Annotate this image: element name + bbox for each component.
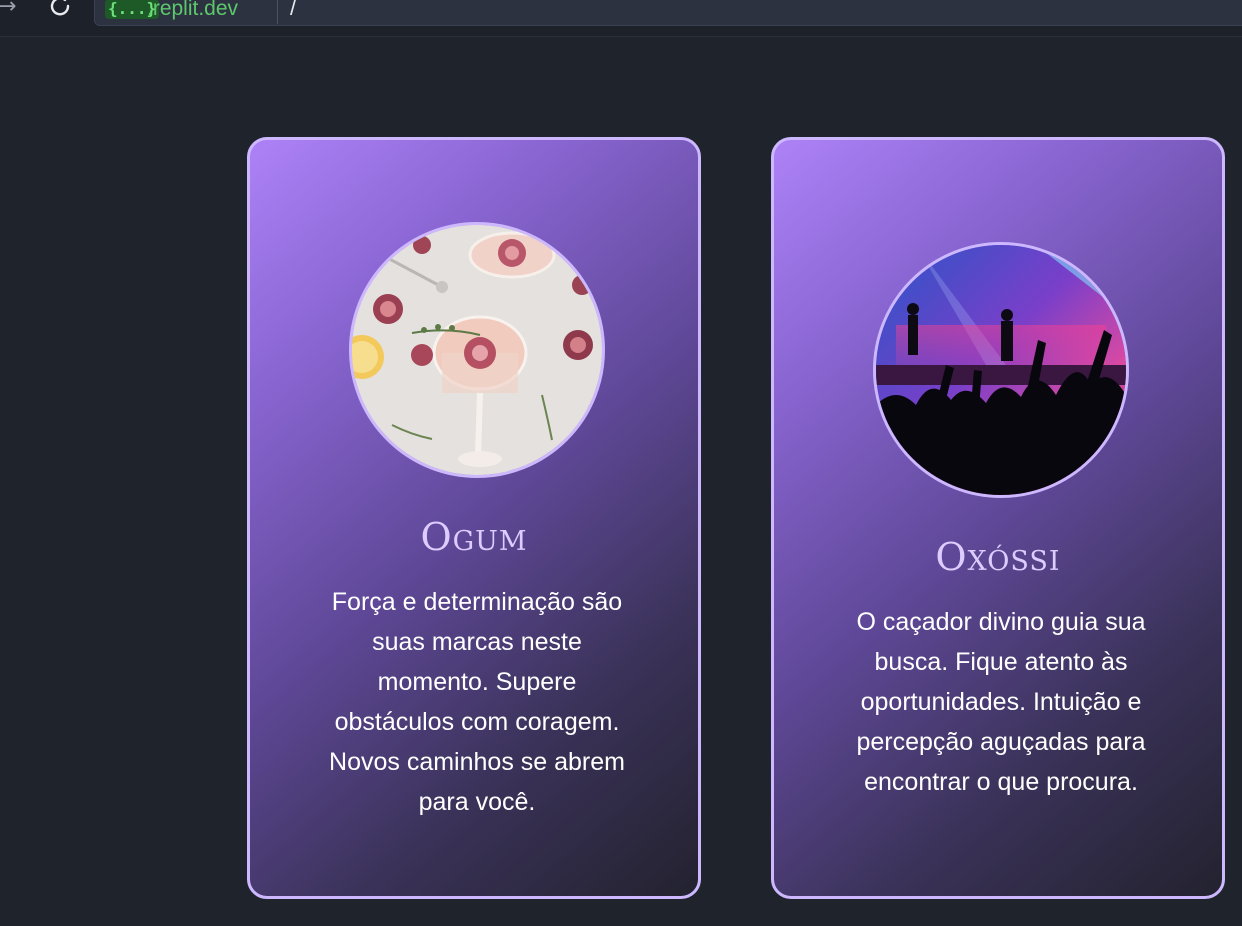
address-bar[interactable]: {...} .replit.dev / xyxy=(94,0,1242,26)
browser-toolbar: → {...} .replit.dev / xyxy=(0,0,1242,37)
description-line: Força e determinação são xyxy=(331,588,623,616)
url-path[interactable]: / xyxy=(290,0,296,21)
orixa-card-oxossi: Oxóssi O caçador divino guia sua busca. … xyxy=(771,137,1225,899)
card-title: Oxóssi xyxy=(935,535,1061,579)
description-line: busca. Fique atento às xyxy=(874,648,1128,676)
description-line: O caçador divino guia sua xyxy=(856,608,1146,636)
description-line: oportunidades. Intuição e xyxy=(860,688,1142,716)
description-line: momento. Supere xyxy=(377,668,577,696)
description-line: encontrar o que procura. xyxy=(864,768,1138,796)
description-line: Novos caminhos se abrem xyxy=(329,748,625,776)
concert-crowd-image xyxy=(873,242,1129,498)
card-title: Ogum xyxy=(420,515,528,559)
url-divider xyxy=(277,0,278,24)
orixa-card-ogum: Ogum Força e determinação são suas marca… xyxy=(247,137,701,899)
description-line: suas marcas neste xyxy=(372,628,582,656)
forward-arrow-icon[interactable]: → xyxy=(0,0,16,20)
cocktail-glasses-with-figs-image xyxy=(349,222,605,478)
card-description: O caçador divino guia sua busca. Fique a… xyxy=(826,602,1176,802)
reload-icon[interactable] xyxy=(46,0,74,20)
description-line: para você. xyxy=(418,788,536,816)
url-domain: .replit.dev xyxy=(147,0,239,20)
description-line: obstáculos com coragem. xyxy=(334,708,620,736)
description-line: percepção aguçadas para xyxy=(856,728,1146,756)
card-description: Força e determinação são suas marcas nes… xyxy=(302,582,652,822)
